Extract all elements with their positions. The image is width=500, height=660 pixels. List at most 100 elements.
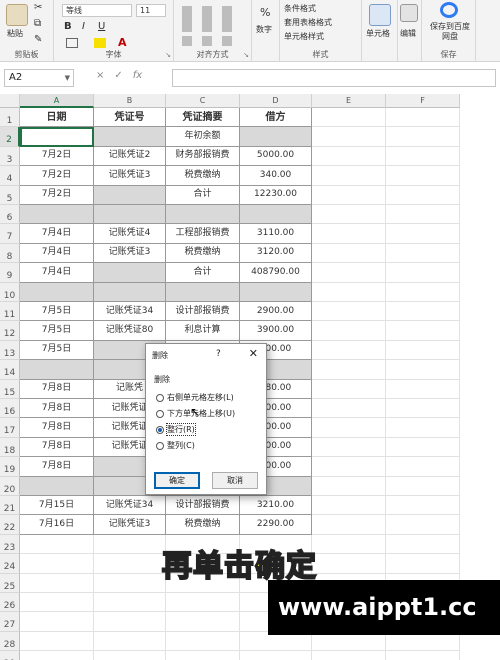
cell-e16[interactable] <box>312 399 386 419</box>
radio-entire-column[interactable] <box>156 441 164 450</box>
bold-button[interactable]: B <box>64 21 72 32</box>
row-header-13[interactable]: 13 <box>0 340 20 361</box>
row-header-17[interactable]: 17 <box>0 418 20 438</box>
cancel-button[interactable]: 取消 <box>212 472 258 489</box>
align-buttons-icon[interactable] <box>182 6 242 32</box>
cell-a29[interactable] <box>20 651 94 660</box>
cell-f7[interactable] <box>386 224 460 244</box>
cell-d6[interactable] <box>240 205 312 225</box>
cell-f9[interactable] <box>386 263 460 283</box>
select-all-corner[interactable] <box>0 94 20 108</box>
indent-buttons-icon[interactable] <box>182 36 242 46</box>
row-header-1[interactable]: 1 <box>0 108 20 128</box>
cell-a28[interactable] <box>20 631 94 652</box>
cell-f8[interactable] <box>386 243 460 264</box>
conditional-format-button[interactable]: 条件格式 <box>284 3 316 14</box>
row-header-10[interactable]: 10 <box>0 282 20 302</box>
cell-a10[interactable] <box>20 282 94 302</box>
cell-b29[interactable] <box>94 651 166 660</box>
row-header-12[interactable]: 12 <box>0 321 20 341</box>
option-shift-left[interactable]: 右侧单元格左移(L) <box>156 392 234 403</box>
cell-e7[interactable] <box>312 224 386 244</box>
cell-b24[interactable] <box>94 554 166 574</box>
radio-shift-left[interactable] <box>156 393 164 402</box>
row-header-9[interactable]: 9 <box>0 263 20 283</box>
row-header-18[interactable]: 18 <box>0 437 20 458</box>
row-header-22[interactable]: 22 <box>0 515 20 535</box>
cell-b5[interactable] <box>94 185 166 205</box>
cell-f2[interactable] <box>386 127 460 147</box>
cell-f11[interactable] <box>386 302 460 322</box>
name-box-dropdown-icon[interactable]: ▼ <box>65 70 70 86</box>
cell-e2[interactable] <box>312 127 386 147</box>
cell-d3[interactable]: 5000.00 <box>240 146 312 167</box>
row-header-21[interactable]: 21 <box>0 496 20 516</box>
cell-c1[interactable]: 凭证摘要 <box>166 108 240 128</box>
cell-e9[interactable] <box>312 263 386 283</box>
border-icon[interactable] <box>66 38 78 48</box>
cell-a5[interactable]: 7月2日 <box>20 185 94 205</box>
cell-f12[interactable] <box>386 321 460 341</box>
cell-styles-button[interactable]: 单元格样式 <box>284 31 324 42</box>
column-header-e[interactable]: E <box>312 94 386 108</box>
cell-a25[interactable] <box>20 573 94 593</box>
cut-icon[interactable]: ✂ <box>34 2 42 13</box>
option-entire-column[interactable]: 整列(C) <box>156 440 195 451</box>
cell-c10[interactable] <box>166 282 240 302</box>
cell-a18[interactable]: 7月8日 <box>20 437 94 458</box>
cell-e4[interactable] <box>312 166 386 186</box>
cell-d7[interactable]: 3110.00 <box>240 224 312 244</box>
cell-d10[interactable] <box>240 282 312 302</box>
cell-f4[interactable] <box>386 166 460 186</box>
cell-e19[interactable] <box>312 457 386 477</box>
cell-e1[interactable] <box>312 108 386 128</box>
cell-c6[interactable] <box>166 205 240 225</box>
ok-button[interactable]: 确定 <box>154 472 200 489</box>
cell-e24[interactable] <box>312 554 386 574</box>
row-header-3[interactable]: 3 <box>0 146 20 167</box>
cell-c29[interactable] <box>166 651 240 660</box>
cell-e13[interactable] <box>312 340 386 361</box>
cell-d2[interactable] <box>240 127 312 147</box>
cell-d4[interactable]: 340.00 <box>240 166 312 186</box>
cell-a9[interactable]: 7月4日 <box>20 263 94 283</box>
formula-input[interactable] <box>172 69 496 87</box>
cell-f3[interactable] <box>386 146 460 167</box>
cell-a15[interactable]: 7月8日 <box>20 379 94 399</box>
cell-d22[interactable]: 2290.00 <box>240 515 312 535</box>
cell-a26[interactable] <box>20 593 94 613</box>
row-header-23[interactable]: 23 <box>0 534 20 555</box>
font-size-combo[interactable]: 11 <box>136 4 166 17</box>
percent-icon[interactable]: % <box>260 6 270 19</box>
column-header-b[interactable]: B <box>94 94 166 108</box>
cell-e17[interactable] <box>312 418 386 438</box>
cell-f24[interactable] <box>386 554 460 574</box>
cell-d5[interactable]: 12230.00 <box>240 185 312 205</box>
cell-e11[interactable] <box>312 302 386 322</box>
cell-c12[interactable]: 利息计算 <box>166 321 240 341</box>
insert-function-icon[interactable]: fx <box>133 70 142 81</box>
cell-e18[interactable] <box>312 437 386 458</box>
cell-b22[interactable]: 记账凭证3 <box>94 515 166 535</box>
cell-f6[interactable] <box>386 205 460 225</box>
row-header-15[interactable]: 15 <box>0 379 20 399</box>
cell-e3[interactable] <box>312 146 386 167</box>
radio-shift-up[interactable] <box>156 409 164 418</box>
cell-b11[interactable]: 记账凭证34 <box>94 302 166 322</box>
cell-f14[interactable] <box>386 360 460 380</box>
row-header-16[interactable]: 16 <box>0 399 20 419</box>
cell-d9[interactable]: 408790.00 <box>240 263 312 283</box>
row-header-4[interactable]: 4 <box>0 166 20 186</box>
cell-b21[interactable]: 记账凭证34 <box>94 496 166 516</box>
row-header-28[interactable]: 28 <box>0 631 20 652</box>
cell-d29[interactable] <box>240 651 312 660</box>
cell-a19[interactable]: 7月8日 <box>20 457 94 477</box>
close-icon[interactable]: ✕ <box>249 347 258 360</box>
copy-icon[interactable]: ⧉ <box>34 18 41 29</box>
help-icon[interactable]: ? <box>216 349 221 359</box>
cell-a14[interactable] <box>20 360 94 380</box>
cell-a7[interactable]: 7月4日 <box>20 224 94 244</box>
row-header-29[interactable]: 29 <box>0 651 20 660</box>
table-format-button[interactable]: 套用表格格式 <box>284 17 332 28</box>
number-button[interactable]: 数字 <box>256 24 272 35</box>
